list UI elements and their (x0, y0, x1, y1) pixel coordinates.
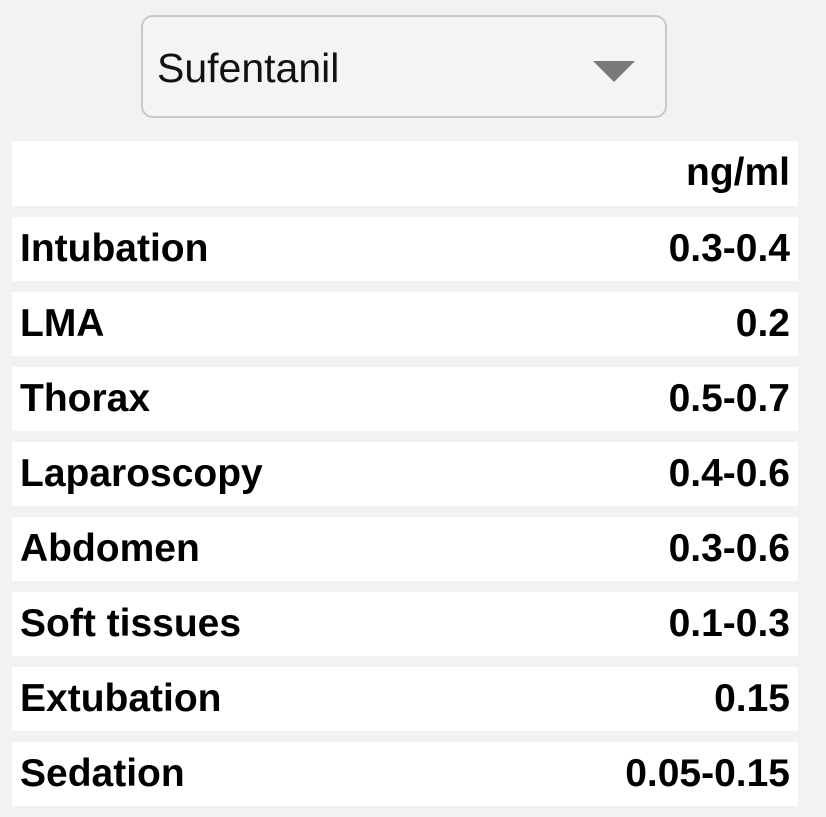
procedure-label: Thorax (20, 377, 151, 420)
procedure-label: Intubation (20, 227, 209, 270)
table-row: LMA 0.2 (12, 292, 798, 356)
concentration-value: 0.4-0.6 (668, 452, 790, 495)
concentration-value: 0.2 (735, 302, 790, 345)
concentration-value: 0.3-0.4 (668, 227, 790, 270)
table-row: Sedation 0.05-0.15 (12, 742, 798, 806)
drug-select-value: Sufentanil (157, 45, 340, 91)
procedure-label: LMA (20, 302, 105, 345)
drug-select[interactable]: Sufentanil (141, 15, 667, 118)
table-header-row: ng/ml (12, 141, 798, 206)
unit-header: ng/ml (686, 151, 790, 194)
concentration-value: 0.05-0.15 (625, 752, 790, 795)
table-row: Thorax 0.5-0.7 (12, 367, 798, 431)
concentration-value: 0.1-0.3 (668, 602, 790, 645)
procedure-label: Laparoscopy (20, 452, 263, 495)
procedure-label: Abdomen (20, 527, 200, 570)
concentration-value: 0.3-0.6 (668, 527, 790, 570)
concentration-table: ng/ml Intubation 0.3-0.4 LMA 0.2 Thorax … (12, 141, 798, 817)
table-row: Soft tissues 0.1-0.3 (12, 592, 798, 656)
table-row: Abdomen 0.3-0.6 (12, 517, 798, 581)
table-row: Laparoscopy 0.4-0.6 (12, 442, 798, 506)
procedure-label: Sedation (20, 752, 185, 795)
table-row: Extubation 0.15 (12, 667, 798, 731)
concentration-value: 0.5-0.7 (668, 377, 790, 420)
concentration-value: 0.15 (714, 677, 790, 720)
procedure-label: Soft tissues (20, 602, 242, 645)
chevron-down-icon[interactable] (593, 61, 635, 82)
table-row: Intubation 0.3-0.4 (12, 217, 798, 281)
procedure-label: Extubation (20, 677, 222, 720)
